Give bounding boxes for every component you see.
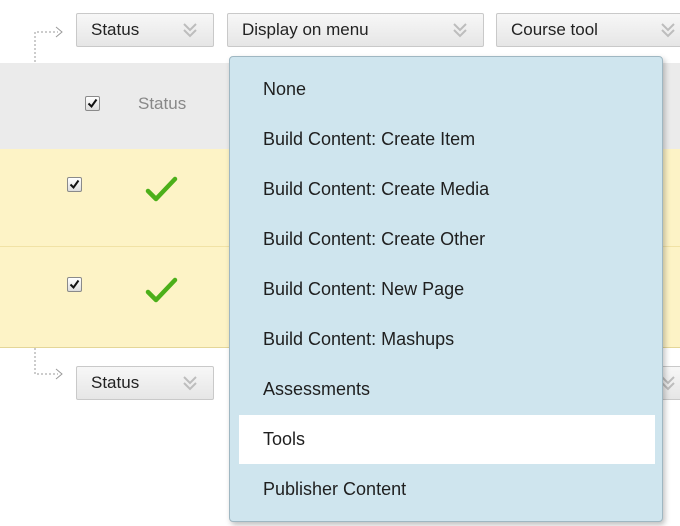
status-button-label: Status bbox=[91, 20, 140, 39]
top-connector-arrow-icon bbox=[34, 26, 63, 62]
status-column-header[interactable]: Status bbox=[138, 94, 186, 114]
checkmark-icon bbox=[69, 279, 80, 290]
menu-item-create-item[interactable]: Build Content: Create Item bbox=[239, 115, 655, 164]
menu-item-create-media[interactable]: Build Content: Create Media bbox=[239, 165, 655, 214]
menu-item-tools[interactable]: Tools bbox=[239, 415, 655, 464]
display-on-menu-button[interactable]: Display on menu bbox=[227, 13, 484, 47]
display-on-menu-dropdown: None Build Content: Create Item Build Co… bbox=[229, 56, 663, 522]
menu-item-new-page[interactable]: Build Content: New Page bbox=[239, 265, 655, 314]
menu-item-mashups[interactable]: Build Content: Mashups bbox=[239, 315, 655, 364]
checkmark-icon bbox=[69, 179, 80, 190]
menu-item-publisher-content[interactable]: Publisher Content bbox=[239, 465, 655, 514]
status-check-icon bbox=[145, 176, 178, 202]
row-checkbox[interactable] bbox=[67, 177, 82, 192]
menu-item-assessments[interactable]: Assessments bbox=[239, 365, 655, 414]
display-on-menu-label: Display on menu bbox=[242, 20, 369, 39]
select-all-checkbox[interactable] bbox=[85, 96, 100, 111]
course-tool-button[interactable]: Course tool bbox=[496, 13, 680, 47]
status-check-icon bbox=[145, 277, 178, 303]
menu-item-none[interactable]: None bbox=[239, 65, 655, 114]
bottom-status-button-label: Status bbox=[91, 373, 140, 392]
status-button[interactable]: Status bbox=[76, 13, 214, 47]
checkmark-icon bbox=[87, 98, 98, 109]
chevron-down-icon bbox=[661, 23, 675, 38]
chevron-down-icon bbox=[453, 23, 467, 38]
bottom-status-button[interactable]: Status bbox=[76, 366, 214, 400]
row-checkbox[interactable] bbox=[67, 277, 82, 292]
course-tool-label: Course tool bbox=[511, 20, 598, 39]
menu-item-create-other[interactable]: Build Content: Create Other bbox=[239, 215, 655, 264]
chevron-down-icon bbox=[183, 23, 197, 38]
chevron-down-icon bbox=[183, 376, 197, 391]
bottom-connector-arrow-icon bbox=[34, 348, 63, 380]
